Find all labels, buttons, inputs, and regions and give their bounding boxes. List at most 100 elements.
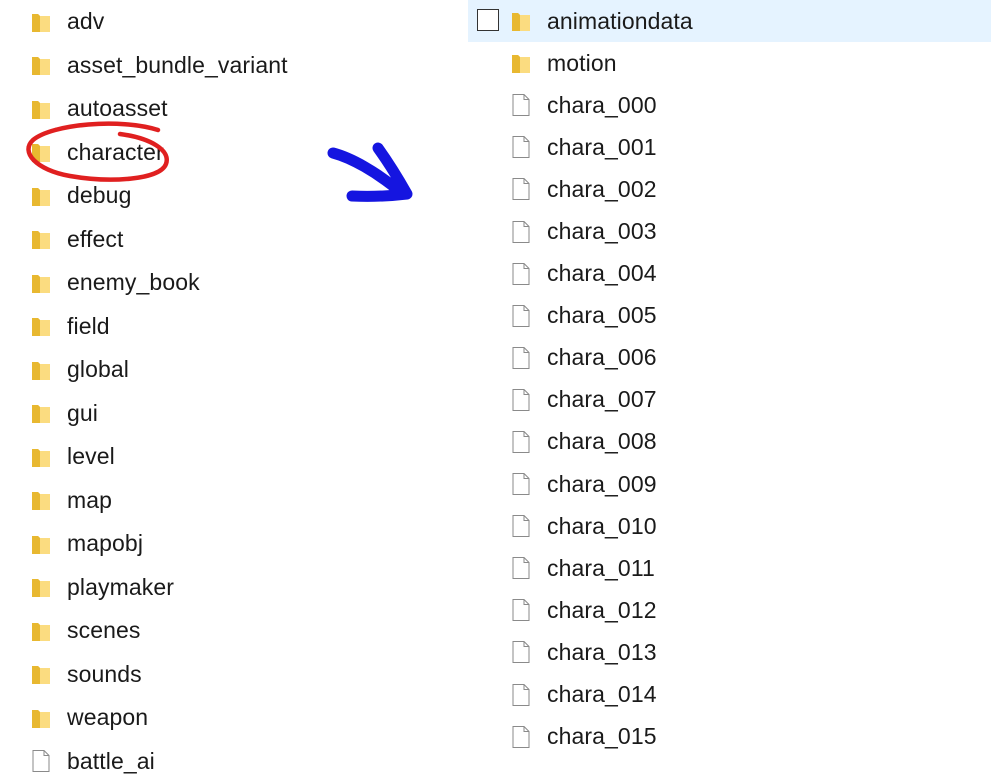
left-list-item[interactable]: debug <box>0 174 440 218</box>
folder-icon <box>30 532 52 556</box>
item-label: autoasset <box>67 95 168 122</box>
file-icon <box>510 304 532 328</box>
folder-icon <box>30 271 52 295</box>
left-list-item[interactable]: playmaker <box>0 566 440 610</box>
left-list-item[interactable]: autoasset <box>0 87 440 131</box>
left-list-item[interactable]: mapobj <box>0 522 440 566</box>
left-list-item[interactable]: weapon <box>0 696 440 740</box>
folder-icon <box>30 662 52 686</box>
left-list-item[interactable]: level <box>0 435 440 479</box>
file-icon <box>510 346 532 370</box>
item-label: chara_002 <box>547 175 657 202</box>
item-label: mapobj <box>67 530 144 557</box>
folder-icon <box>30 575 52 599</box>
left-list-item[interactable]: battle_ai <box>0 740 440 775</box>
item-label: animationdata <box>547 7 693 34</box>
file-explorer-comparison: adv asset_bundle_variant autoasset characte… <box>0 0 991 775</box>
item-label: field <box>67 312 110 339</box>
item-label: playmaker <box>67 573 174 600</box>
right-list-item[interactable]: chara_000 <box>468 84 991 126</box>
right-list-item[interactable]: animationdata <box>468 0 991 43</box>
file-icon <box>510 683 532 707</box>
left-file-list: adv asset_bundle_variant autoasset characte… <box>0 0 440 775</box>
file-icon <box>510 177 532 201</box>
item-label: global <box>67 356 129 383</box>
item-label: debug <box>67 182 132 209</box>
item-label: enemy_book <box>67 269 200 296</box>
left-list-item[interactable]: sounds <box>0 653 440 697</box>
item-label: asset_bundle_variant <box>67 51 288 78</box>
item-label: map <box>67 486 113 513</box>
file-icon <box>510 262 532 286</box>
folder-icon <box>30 445 52 469</box>
file-icon <box>510 472 532 496</box>
folder-icon <box>30 10 52 34</box>
right-list-item[interactable]: chara_015 <box>468 716 991 758</box>
folder-icon <box>30 488 52 512</box>
item-label: scenes <box>67 617 141 644</box>
item-label: chara_015 <box>547 723 657 750</box>
right-list-item[interactable]: chara_012 <box>468 589 991 631</box>
left-list-item[interactable]: gui <box>0 392 440 436</box>
item-label: character <box>67 138 164 165</box>
right-list-item[interactable]: chara_004 <box>468 253 991 295</box>
selection-checkbox[interactable] <box>477 9 499 32</box>
right-list-item[interactable]: chara_005 <box>468 295 991 337</box>
folder-icon <box>30 314 52 338</box>
item-label: weapon <box>67 704 149 731</box>
file-icon <box>30 749 52 773</box>
file-icon <box>510 725 532 749</box>
right-list-item[interactable]: chara_011 <box>468 547 991 589</box>
item-label: effect <box>67 225 124 252</box>
left-list-item[interactable]: field <box>0 305 440 349</box>
left-list-item[interactable]: map <box>0 479 440 523</box>
right-list-item[interactable]: chara_002 <box>468 168 991 210</box>
item-label: adv <box>67 8 105 35</box>
item-label: chara_014 <box>547 681 657 708</box>
folder-icon <box>30 619 52 643</box>
item-label: gui <box>67 399 98 426</box>
left-list-item[interactable]: adv <box>0 0 440 44</box>
file-icon <box>510 598 532 622</box>
folder-icon <box>30 140 52 164</box>
right-list-item[interactable]: chara_003 <box>468 210 991 252</box>
item-label: chara_012 <box>547 596 657 623</box>
right-list-item[interactable]: motion <box>468 42 991 84</box>
right-list-item[interactable]: chara_006 <box>468 337 991 379</box>
item-label: chara_006 <box>547 344 657 371</box>
file-icon <box>510 556 532 580</box>
left-list-item[interactable]: global <box>0 348 440 392</box>
right-list-item[interactable]: chara_010 <box>468 505 991 547</box>
item-label: chara_005 <box>547 302 657 329</box>
left-list-item[interactable]: asset_bundle_variant <box>0 44 440 88</box>
folder-icon <box>30 706 52 730</box>
folder-icon <box>30 358 52 382</box>
file-icon <box>510 388 532 412</box>
right-list-item[interactable]: chara_001 <box>468 126 991 168</box>
folder-icon <box>30 184 52 208</box>
folder-icon <box>510 9 532 33</box>
item-label: battle_ai <box>67 747 155 774</box>
right-list-item[interactable]: chara_014 <box>468 674 991 716</box>
left-list-item[interactable]: enemy_book <box>0 261 440 305</box>
file-icon <box>510 430 532 454</box>
file-icon <box>510 135 532 159</box>
folder-icon <box>30 97 52 121</box>
item-label: chara_000 <box>547 91 657 118</box>
file-icon <box>510 93 532 117</box>
left-list-item[interactable]: character <box>0 131 440 175</box>
file-icon <box>510 220 532 244</box>
left-list-item[interactable]: effect <box>0 218 440 262</box>
item-label: chara_001 <box>547 133 657 160</box>
item-label: chara_003 <box>547 218 657 245</box>
right-list-item[interactable]: chara_008 <box>468 421 991 463</box>
left-list-item[interactable]: scenes <box>0 609 440 653</box>
file-icon <box>510 640 532 664</box>
item-label: chara_010 <box>547 512 657 539</box>
right-list-item[interactable]: chara_007 <box>468 379 991 421</box>
item-label: chara_007 <box>547 386 657 413</box>
right-list-item[interactable]: chara_013 <box>468 631 991 673</box>
folder-icon <box>30 401 52 425</box>
item-label: motion <box>547 49 617 76</box>
right-list-item[interactable]: chara_009 <box>468 463 991 505</box>
